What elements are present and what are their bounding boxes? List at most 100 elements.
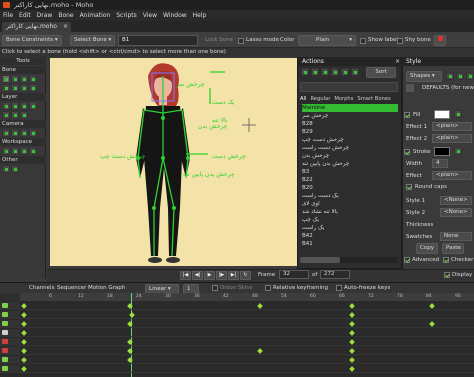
channel-header[interactable] bbox=[0, 320, 20, 328]
action-item[interactable]: B22 bbox=[302, 176, 398, 184]
close-tab-icon[interactable]: × bbox=[63, 22, 68, 32]
actions-search-input[interactable] bbox=[300, 82, 398, 92]
channel-header[interactable] bbox=[0, 356, 20, 364]
action-item[interactable]: B29 bbox=[302, 128, 398, 136]
bind-layer-tool-icon[interactable] bbox=[20, 84, 28, 92]
channel-row[interactable] bbox=[20, 311, 474, 319]
color-dropdown[interactable]: Plain ▾ bbox=[298, 35, 356, 46]
stroke-checkbox[interactable] bbox=[404, 149, 410, 155]
bind-points-tool-icon[interactable] bbox=[29, 84, 37, 92]
action-item[interactable]: یک چپ bbox=[302, 216, 398, 224]
channel-header[interactable] bbox=[0, 329, 20, 337]
channel-row[interactable] bbox=[20, 356, 474, 364]
action-item[interactable]: B42 bbox=[302, 232, 398, 240]
action-item[interactable]: اوی لای bbox=[302, 200, 398, 208]
set-origin-tool-icon[interactable] bbox=[2, 102, 10, 110]
stroke-color-swatch[interactable] bbox=[434, 147, 450, 156]
action-item[interactable]: چرخش سر bbox=[302, 112, 398, 120]
action-item[interactable]: چرخش بدن پایین تنه bbox=[302, 160, 398, 168]
tab-smart-bones[interactable]: Smart Bones bbox=[355, 94, 392, 104]
action-item[interactable]: چرخش دست راست bbox=[302, 144, 398, 152]
channel-header[interactable] bbox=[0, 347, 20, 355]
layer-transform-tool-icon[interactable] bbox=[20, 111, 28, 119]
action-item[interactable]: چرخش دست چپ bbox=[302, 136, 398, 144]
style-options-icon[interactable] bbox=[466, 72, 474, 80]
tab-channels[interactable]: Channels bbox=[29, 284, 54, 293]
eyedropper-tool-icon[interactable] bbox=[2, 165, 10, 173]
channel-row[interactable] bbox=[20, 329, 474, 337]
rotate-workspace-tool-icon[interactable] bbox=[20, 147, 28, 155]
loop-icon[interactable]: ↻ bbox=[240, 271, 251, 280]
bone-constraints-button[interactable]: Bone Constraints ▾ bbox=[2, 35, 62, 46]
actions-scrollbar[interactable] bbox=[300, 257, 398, 263]
stage-canvas[interactable]: چرخش سر چرخش بدن چرخش دست چپ چرخش دست چر… bbox=[50, 58, 300, 266]
insert-action-icon[interactable] bbox=[331, 68, 339, 76]
menu-view[interactable]: View bbox=[140, 10, 160, 21]
roll-camera-tool-icon[interactable] bbox=[20, 129, 28, 137]
action-item[interactable]: یک دست راست bbox=[302, 192, 398, 200]
bone-name-field[interactable]: B1 bbox=[118, 35, 198, 46]
channel-row[interactable] bbox=[20, 338, 474, 346]
fill-checkbox[interactable] bbox=[404, 112, 410, 118]
effect-dropdown[interactable]: <plain> bbox=[432, 171, 472, 180]
fill-eyedropper-icon[interactable] bbox=[454, 110, 462, 118]
style1-dropdown[interactable]: <None> bbox=[440, 196, 472, 205]
channel-row[interactable] bbox=[20, 320, 474, 328]
effect2-dropdown[interactable]: <plain> bbox=[432, 134, 472, 143]
tab-sequencer[interactable]: Sequencer bbox=[57, 284, 86, 293]
scrollbar-thumb[interactable] bbox=[300, 257, 340, 263]
pan-workspace-tool-icon[interactable] bbox=[2, 147, 10, 155]
select-bone-dropdown[interactable]: Select Bone ▾ bbox=[70, 35, 116, 46]
round-caps-checkbox[interactable] bbox=[406, 184, 412, 190]
menu-window[interactable]: Window bbox=[160, 10, 190, 21]
action-item-mainline[interactable]: Mainline bbox=[302, 104, 398, 112]
menu-edit[interactable]: Edit bbox=[16, 10, 34, 21]
manipulate-bones-tool-icon[interactable] bbox=[11, 84, 19, 92]
rename-action-icon[interactable] bbox=[321, 68, 329, 76]
tab-regular[interactable]: Regular bbox=[308, 94, 332, 104]
lasso-mode-checkbox[interactable] bbox=[238, 38, 244, 44]
channel-header[interactable] bbox=[0, 311, 20, 319]
channel-header[interactable] bbox=[0, 302, 20, 310]
scale-layer-tool-icon[interactable] bbox=[20, 102, 28, 110]
action-item[interactable]: چرخش بدن bbox=[302, 152, 398, 160]
channel-row[interactable] bbox=[20, 347, 474, 355]
pan-tilt-camera-tool-icon[interactable] bbox=[29, 129, 37, 137]
advanced-checkbox[interactable] bbox=[404, 257, 410, 263]
swatches-dropdown[interactable]: None bbox=[440, 232, 472, 241]
zoom-camera-tool-icon[interactable] bbox=[11, 129, 19, 137]
timeline-ruler[interactable] bbox=[20, 293, 474, 301]
track-camera-tool-icon[interactable] bbox=[2, 129, 10, 137]
relative-keyframing-checkbox[interactable] bbox=[265, 285, 271, 291]
add-bone-tool-icon[interactable] bbox=[20, 75, 28, 83]
fill-color-swatch[interactable] bbox=[434, 110, 450, 119]
menu-file[interactable]: File bbox=[0, 10, 16, 21]
new-action-icon[interactable] bbox=[301, 68, 309, 76]
effect1-dropdown[interactable]: <plain> bbox=[432, 122, 472, 131]
tab-morphs[interactable]: Morphs bbox=[332, 94, 355, 104]
action-item[interactable]: B20 bbox=[302, 184, 398, 192]
step-back-icon[interactable]: ◀| bbox=[192, 271, 203, 280]
select-bone-tool-icon[interactable] bbox=[2, 75, 10, 83]
document-tab[interactable]: نهایی کاراکتر.moho × bbox=[2, 22, 71, 32]
zoom-workspace-tool-icon[interactable] bbox=[11, 147, 19, 155]
style-swatch-icon[interactable] bbox=[446, 72, 454, 80]
onion-skins-checkbox[interactable] bbox=[212, 285, 218, 291]
bone-strength-tool-icon[interactable] bbox=[2, 84, 10, 92]
width-field[interactable]: 4 bbox=[432, 159, 448, 168]
display-checkbox[interactable] bbox=[444, 272, 450, 278]
bone-color-red-button[interactable] bbox=[434, 35, 446, 46]
action-item[interactable]: B3 bbox=[302, 168, 398, 176]
copy-style-button[interactable]: Copy bbox=[416, 243, 438, 254]
lock-bone-button[interactable]: Lock bone bbox=[205, 35, 233, 46]
flip-layer-tool-icon[interactable] bbox=[2, 111, 10, 119]
sort-actions-button[interactable]: Sort bbox=[366, 67, 396, 78]
channel-header[interactable] bbox=[0, 338, 20, 346]
action-item[interactable]: یک راست bbox=[302, 224, 398, 232]
checker-checkbox[interactable] bbox=[443, 257, 449, 263]
menu-help[interactable]: Help bbox=[190, 10, 210, 21]
character-rig-svg[interactable]: چرخش سر چرخش بدن چرخش دست چپ چرخش دست چر… bbox=[50, 58, 300, 266]
style2-dropdown[interactable]: <None> bbox=[440, 208, 472, 217]
shapes-dropdown[interactable]: Shapes ▾ bbox=[406, 71, 442, 82]
reparent-bone-tool-icon[interactable] bbox=[29, 75, 37, 83]
